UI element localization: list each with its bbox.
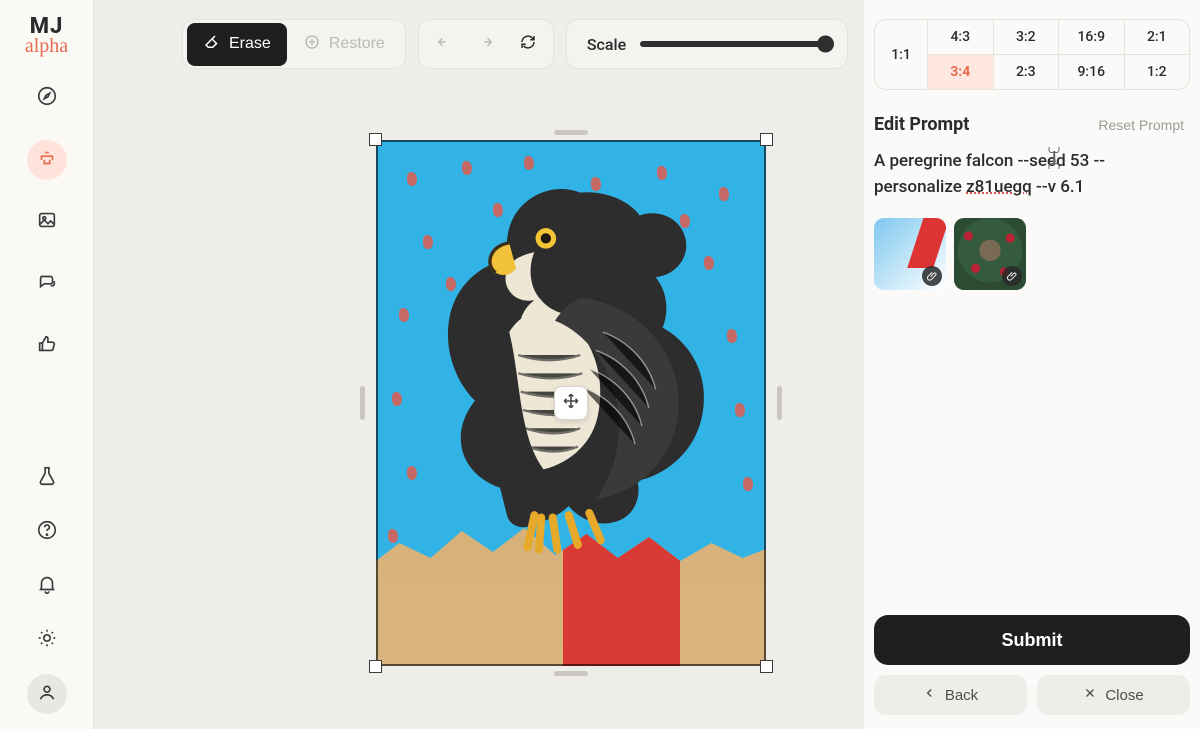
scale-label: Scale [587,35,626,54]
ratio-4-3[interactable]: 4:3 [927,20,993,54]
reference-image-1[interactable] [874,218,946,290]
reset-view-button[interactable] [507,24,549,65]
move-icon [562,392,580,414]
erase-button[interactable]: Erase [187,23,287,66]
reference-images [874,218,1190,290]
sidebar-nav [27,78,67,366]
bell-icon [36,573,58,599]
ratio-3-2[interactable]: 3:2 [993,20,1059,54]
attachment-badge [922,266,942,286]
sun-icon [36,627,58,653]
aspect-ratio-grid: 1:1 4:3 3:2 16:9 2:1 3:4 2:3 9:16 1:2 [874,19,1190,90]
edit-prompt-title: Edit Prompt [874,114,969,135]
ratio-16-9[interactable]: 16:9 [1058,20,1124,54]
scale-slider[interactable] [640,41,827,47]
back-button[interactable]: Back [874,675,1027,715]
crop-grip-br[interactable] [760,660,773,673]
prompt-text-post2: --v 6.1 [1032,177,1085,197]
ratio-2-1[interactable]: 2:1 [1124,20,1190,54]
edit-prompt-section: Edit Prompt Reset Prompt A peregrine fal… [864,90,1200,615]
nav-create[interactable] [27,140,67,180]
ratio-2-3[interactable]: 2:3 [993,54,1059,89]
back-label: Back [945,687,978,704]
help-icon [36,519,58,545]
nav-labs[interactable] [27,458,67,498]
attachment-badge [1002,266,1022,286]
reference-image-2[interactable] [954,218,1026,290]
nav-account[interactable] [27,674,67,714]
crop-grip-tl[interactable] [369,133,382,146]
erase-restore-group: Erase Restore [182,19,406,69]
crop-handle-top[interactable] [554,130,588,135]
right-panel: 1:1 4:3 3:2 16:9 2:1 3:4 2:3 9:16 1:2 Ed… [864,0,1200,729]
nav-explore[interactable] [27,78,67,118]
nav-notifications[interactable] [27,566,67,606]
chat-icon [36,271,58,297]
plus-circle-icon [303,33,321,56]
scale-control[interactable]: Scale [566,19,848,69]
prompt-text-token: z81uegq [966,177,1032,197]
text-cursor-icon [1047,149,1061,167]
submit-button[interactable]: Submit [874,615,1190,665]
undo-button[interactable] [423,24,465,65]
toolbar: Erase Restore Scale [94,0,864,69]
brush-icon [36,147,58,173]
image-icon [36,209,58,235]
refresh-icon [519,33,537,56]
ratio-9-16[interactable]: 9:16 [1058,54,1124,89]
redo-icon [477,33,495,56]
restore-button[interactable]: Restore [287,23,401,66]
canvas-area: Erase Restore Scale [94,0,864,729]
prompt-text-pre: A peregrine falcon --se [874,151,1047,171]
thumb-icon [36,333,58,359]
chevron-left-icon [923,686,937,704]
nav-help[interactable] [27,512,67,552]
compass-icon [36,85,58,111]
ratio-3-4[interactable]: 3:4 [927,54,993,89]
ratio-1-1[interactable]: 1:1 [875,20,927,89]
undo-icon [435,33,453,56]
nav-chat[interactable] [27,264,67,304]
close-label: Close [1105,687,1143,704]
restore-label: Restore [329,35,385,53]
crop-frame[interactable] [376,140,766,666]
nav-rate[interactable] [27,326,67,366]
crop-handle-right[interactable] [777,386,782,420]
panel-footer: Submit Back Close [864,615,1200,729]
move-handle[interactable] [554,386,588,420]
main: Erase Restore Scale [94,0,1200,729]
prompt-input[interactable]: A peregrine falcon --seed 53 --personali… [874,149,1190,200]
redo-button[interactable] [465,24,507,65]
logo-sub: alpha [25,35,68,58]
crop-grip-bl[interactable] [369,660,382,673]
ratio-1-2[interactable]: 1:2 [1124,54,1190,89]
nav-theme[interactable] [27,620,67,660]
nav-gallery[interactable] [27,202,67,242]
close-button[interactable]: Close [1037,675,1190,715]
user-icon [36,681,58,707]
crop-handle-bottom[interactable] [554,671,588,676]
flask-icon [36,465,58,491]
eraser-icon [203,33,221,56]
sidebar: MJ alpha [0,0,94,729]
crop-handle-left[interactable] [360,386,365,420]
erase-label: Erase [229,35,271,53]
close-icon [1083,686,1097,704]
sidebar-bottom [27,458,67,714]
history-group [418,19,554,69]
paperclip-icon [927,267,938,286]
reset-prompt-button[interactable]: Reset Prompt [1092,116,1190,134]
paperclip-icon [1007,267,1018,286]
crop-grip-tr[interactable] [760,133,773,146]
